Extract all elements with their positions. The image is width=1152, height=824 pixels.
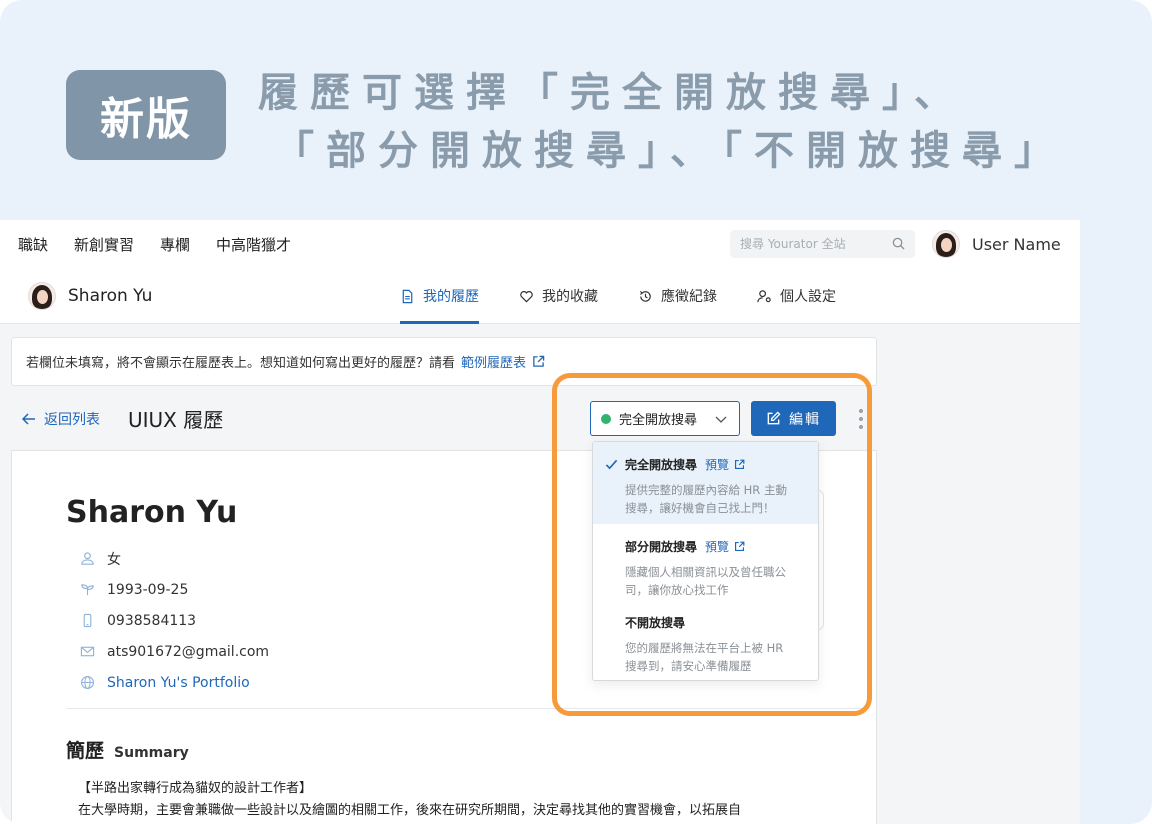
summary-heading: 簡歷 Summary	[66, 736, 189, 763]
gender: 女	[107, 551, 121, 568]
search-input[interactable]	[740, 237, 890, 251]
preview-link[interactable]: 預覽	[705, 456, 745, 473]
option-not-open[interactable]: 不開放搜尋 您的履歷將無法在平台上被 HR 搜尋到，請安心準備履歷	[593, 600, 818, 680]
option-full-open[interactable]: 完全開放搜尋 預覽 提供完整的履歷內容給 HR 主動 搜尋，讓好機會自己找上門！	[593, 442, 818, 524]
external-link-icon	[735, 541, 745, 552]
tab-label: 個人設定	[780, 289, 836, 305]
back-to-list-link[interactable]: 返回列表	[22, 409, 100, 429]
promo-frame: 新版 履歷可選擇「完全開放搜尋」、 「部分開放搜尋」、「不開放搜尋」 職缺 新創…	[0, 0, 1152, 824]
option-title: 部分開放搜尋	[625, 540, 698, 554]
nav-link-executive-hunting[interactable]: 中高階獵才	[216, 234, 291, 255]
option-title: 完全開放搜尋	[625, 458, 698, 472]
nav-link-startup-internship[interactable]: 新創實習	[74, 234, 134, 255]
phone-row: 0938584113	[80, 605, 269, 636]
summary-title-en: Summary	[114, 745, 189, 761]
headline-line-1: 履歷可選擇「完全開放搜尋」、	[258, 70, 966, 116]
birthday: 1993-09-25	[107, 581, 189, 598]
birthday-row: 1993-09-25	[80, 574, 269, 605]
tab-label: 應徵紀錄	[661, 289, 717, 305]
history-icon	[639, 290, 651, 302]
profile-name: Sharon Yu	[68, 286, 153, 306]
preview-link[interactable]: 預覽	[705, 538, 745, 555]
visibility-selected-label: 完全開放搜尋	[619, 413, 698, 428]
option-partial-open[interactable]: 部分開放搜尋 預覽 隱藏個人相關資訊以及曾任職公 司，讓你放心找工作	[593, 524, 818, 600]
option-desc: 提供完整的履歷內容給 HR 主動	[625, 483, 787, 497]
external-link-icon	[533, 355, 545, 367]
tab-label: 我的履歷	[423, 289, 479, 305]
site-search[interactable]	[730, 230, 915, 258]
resume-title: UIUX 履歷	[128, 408, 224, 432]
option-desc: 隱藏個人相關資訊以及曾任職公	[625, 565, 786, 579]
user-menu[interactable]: User Name	[932, 230, 1061, 258]
option-desc: 您的履歷將無法在平台上被 HR	[625, 641, 784, 655]
summary-title-zh: 簡歷	[66, 740, 105, 762]
new-version-badge: 新版	[66, 70, 226, 160]
avatar	[28, 282, 56, 310]
heart-icon	[520, 290, 533, 303]
profile-identity: Sharon Yu	[28, 282, 152, 310]
contact-info: 女 1993-09-25 0938584113 ats901672@gmail.…	[80, 543, 269, 698]
notice-banner: 若欄位未填寫，將不會顯示在履歷表上。想知道如何寫出更好的履歷？請看 範例履歷表	[11, 337, 877, 386]
edit-icon	[767, 411, 781, 425]
summary-line: 【半路出家轉行成為貓奴的設計工作者】	[78, 781, 313, 796]
tab-favorites[interactable]: 我的收藏	[519, 268, 598, 324]
phone: 0938584113	[107, 612, 197, 629]
person-icon	[81, 552, 94, 565]
site-nav: 職缺 新創實習 專欄 中高階獵才 User Name	[0, 220, 1080, 268]
summary-text: 【半路出家轉行成為貓奴的設計工作者】 在大學時期，主要會兼職做一些設計以及繪圖的…	[78, 778, 741, 822]
sample-resume-link[interactable]: 範例履歷表	[461, 352, 545, 371]
option-title: 不開放搜尋	[625, 616, 686, 630]
preview-label[interactable]: 預覽	[705, 538, 729, 555]
tab-label: 我的收藏	[542, 289, 598, 305]
portfolio-row: Sharon Yu's Portfolio	[80, 667, 269, 698]
more-options-icon[interactable]	[858, 409, 864, 429]
mail-icon	[80, 646, 95, 657]
user-name[interactable]: User Name	[972, 235, 1061, 254]
site-nav-links: 職缺 新創實習 專欄 中高階獵才	[0, 234, 291, 255]
portfolio-link[interactable]: Sharon Yu's Portfolio	[107, 675, 250, 691]
status-dot	[601, 413, 611, 424]
summary-line: 在大學時期，主要會兼職做一些設計以及繪圖的相關工作，後來在研究所期間，決定尋找其…	[78, 803, 742, 818]
nav-link-jobs[interactable]: 職缺	[18, 234, 48, 255]
tab-my-resume[interactable]: 我的履歷	[400, 268, 479, 324]
document-icon	[402, 289, 413, 303]
user-gear-icon	[757, 289, 771, 302]
headline-line-2: 「部分開放搜尋」、「不開放搜尋」	[274, 128, 1066, 174]
globe-icon	[81, 676, 94, 689]
sample-resume-link-label[interactable]: 範例履歷表	[461, 352, 526, 371]
phone-icon	[83, 613, 92, 628]
profile-tabs: 我的履歷 我的收藏 應徵紀錄 個人設定	[400, 268, 836, 324]
right-margin	[1080, 220, 1152, 824]
edit-label: 編輯	[789, 411, 821, 428]
edit-button[interactable]: 編輯	[751, 401, 836, 436]
option-desc: 搜尋到，請安心準備履歷	[625, 659, 752, 673]
preview-label[interactable]: 預覽	[705, 456, 729, 473]
visibility-select[interactable]: 完全開放搜尋	[590, 401, 740, 436]
candidate-name: Sharon Yu	[66, 495, 238, 530]
search-icon[interactable]	[892, 237, 905, 250]
gender-row: 女	[80, 543, 269, 574]
arrow-left-icon	[22, 412, 35, 425]
notice-text: 若欄位未填寫，將不會顯示在履歷表上。想知道如何寫出更好的履歷？請看	[26, 356, 456, 371]
email-row: ats901672@gmail.com	[80, 636, 269, 667]
nav-link-column[interactable]: 專欄	[160, 234, 190, 255]
back-label[interactable]: 返回列表	[44, 409, 100, 429]
profile-bar: Sharon Yu 我的履歷 我的收藏 應徵紀錄 個人設定	[0, 268, 1080, 324]
tab-applications[interactable]: 應徵紀錄	[638, 268, 717, 324]
sprout-icon	[81, 584, 94, 596]
section-divider	[66, 708, 866, 709]
option-desc: 搜尋，讓好機會自己找上門！	[625, 501, 775, 515]
email: ats901672@gmail.com	[107, 643, 270, 660]
resume-header: 返回列表 UIUX 履歷	[22, 404, 223, 433]
headline: 履歷可選擇「完全開放搜尋」、 「部分開放搜尋」、「不開放搜尋」	[258, 64, 1066, 180]
tab-personal-settings[interactable]: 個人設定	[757, 268, 836, 324]
external-link-icon	[735, 459, 745, 470]
check-icon	[605, 459, 618, 470]
avatar[interactable]	[932, 230, 960, 258]
visibility-dropdown: 完全開放搜尋 預覽 提供完整的履歷內容給 HR 主動 搜尋，讓好機會自己找上門！…	[592, 441, 819, 681]
option-desc: 司，讓你放心找工作	[625, 583, 729, 597]
chevron-down-icon	[715, 416, 727, 423]
